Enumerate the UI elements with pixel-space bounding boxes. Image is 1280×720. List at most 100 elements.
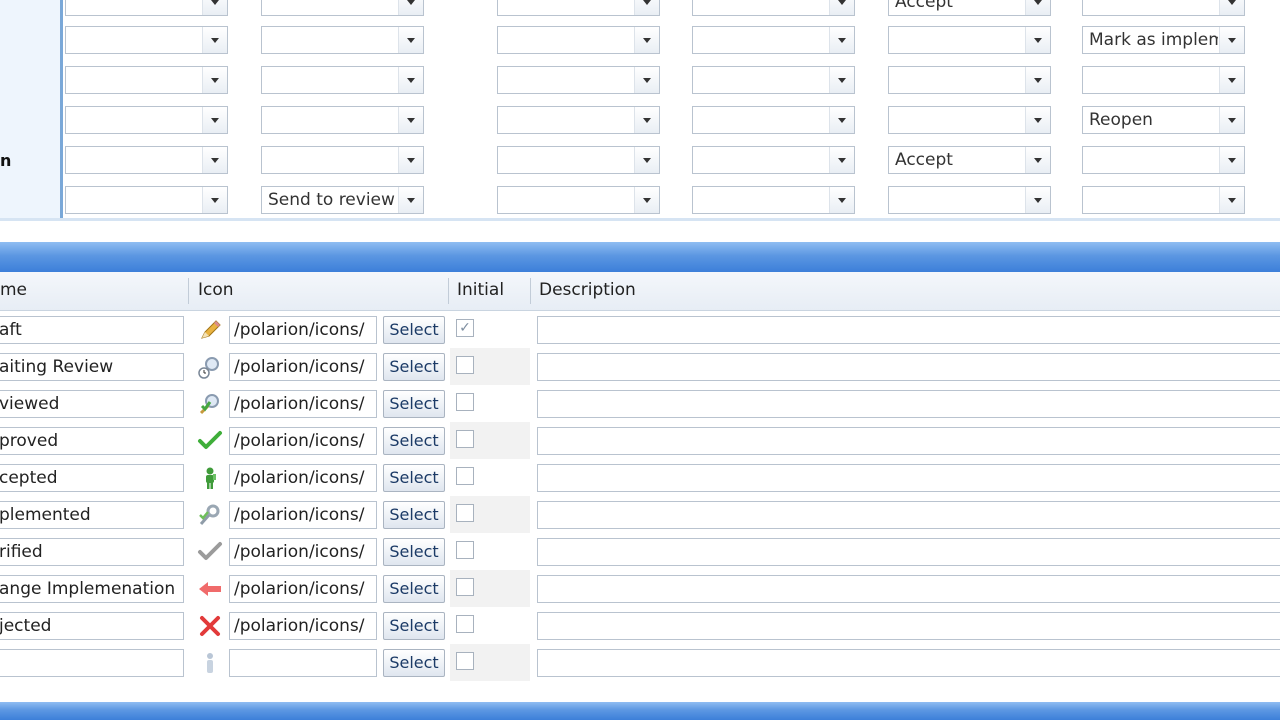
initial-checkbox[interactable] [456,356,474,374]
transition-dropdown[interactable] [497,186,660,214]
dropdown-arrow-icon[interactable] [1025,147,1050,173]
description-input[interactable] [537,649,1280,677]
state-name-input[interactable]: rified [0,538,184,566]
initial-checkbox[interactable] [456,393,474,411]
description-input[interactable] [537,612,1280,640]
dropdown-arrow-icon[interactable] [398,67,423,93]
description-input[interactable] [537,538,1280,566]
dropdown-arrow-icon[interactable] [1025,107,1050,133]
transition-dropdown[interactable] [65,26,228,54]
description-input[interactable] [537,575,1280,603]
transition-dropdown[interactable] [1082,66,1245,94]
transition-dropdown[interactable] [65,146,228,174]
transition-dropdown[interactable] [261,66,424,94]
dropdown-arrow-icon[interactable] [202,67,227,93]
transition-dropdown[interactable]: Accept [888,146,1051,174]
state-name-input[interactable]: aft [0,316,184,344]
dropdown-arrow-icon[interactable] [398,147,423,173]
icon-path-input[interactable]: /polarion/icons/ [229,538,377,566]
transition-dropdown[interactable] [261,26,424,54]
transition-dropdown[interactable] [692,186,855,214]
description-input[interactable] [537,501,1280,529]
dropdown-arrow-icon[interactable] [1219,107,1244,133]
dropdown-arrow-icon[interactable] [1219,187,1244,213]
state-name-input[interactable]: ange Implemenation [0,575,184,603]
state-name-input[interactable]: jected [0,612,184,640]
initial-checkbox[interactable] [456,615,474,633]
transition-dropdown[interactable] [1082,146,1245,174]
description-input[interactable] [537,353,1280,381]
icon-path-input[interactable] [229,649,377,677]
description-input[interactable] [537,316,1280,344]
column-header-initial[interactable]: Initial [457,280,504,300]
transition-dropdown[interactable] [261,146,424,174]
transition-dropdown[interactable] [497,26,660,54]
transition-dropdown[interactable] [261,0,424,16]
icon-path-input[interactable]: /polarion/icons/ [229,501,377,529]
transition-dropdown[interactable] [692,0,855,16]
select-icon-button[interactable]: Select [383,390,445,418]
transition-dropdown[interactable] [65,186,228,214]
dropdown-arrow-icon[interactable] [202,187,227,213]
transition-dropdown[interactable] [692,146,855,174]
icon-path-input[interactable]: /polarion/icons/ [229,353,377,381]
description-input[interactable] [537,427,1280,455]
dropdown-arrow-icon[interactable] [634,67,659,93]
select-icon-button[interactable]: Select [383,464,445,492]
select-icon-button[interactable]: Select [383,501,445,529]
initial-checkbox[interactable] [456,541,474,559]
dropdown-arrow-icon[interactable] [634,27,659,53]
transition-dropdown[interactable]: Reopen [1082,106,1245,134]
dropdown-arrow-icon[interactable] [1025,0,1050,15]
transition-dropdown[interactable] [888,26,1051,54]
transition-dropdown[interactable] [692,26,855,54]
description-input[interactable] [537,464,1280,492]
transition-dropdown[interactable] [497,0,660,16]
initial-checkbox[interactable] [456,430,474,448]
dropdown-arrow-icon[interactable] [829,0,854,15]
select-icon-button[interactable]: Select [383,538,445,566]
transition-dropdown[interactable] [1082,0,1245,16]
dropdown-arrow-icon[interactable] [398,0,423,15]
column-header-name[interactable]: me [0,280,27,300]
column-separator[interactable] [530,278,531,304]
transition-dropdown[interactable] [65,66,228,94]
icon-path-input[interactable]: /polarion/icons/ [229,464,377,492]
dropdown-arrow-icon[interactable] [202,147,227,173]
dropdown-arrow-icon[interactable] [1219,27,1244,53]
state-name-input[interactable]: proved [0,427,184,455]
transition-dropdown[interactable] [497,106,660,134]
column-separator[interactable] [188,278,189,304]
transition-dropdown[interactable] [497,66,660,94]
dropdown-arrow-icon[interactable] [1025,27,1050,53]
transition-dropdown[interactable] [888,186,1051,214]
initial-checkbox[interactable] [456,578,474,596]
dropdown-arrow-icon[interactable] [398,107,423,133]
dropdown-arrow-icon[interactable] [1025,67,1050,93]
dropdown-arrow-icon[interactable] [634,147,659,173]
transition-dropdown[interactable] [261,106,424,134]
transition-dropdown[interactable] [65,106,228,134]
dropdown-arrow-icon[interactable] [1025,187,1050,213]
dropdown-arrow-icon[interactable] [202,107,227,133]
icon-path-input[interactable]: /polarion/icons/ [229,427,377,455]
column-header-icon[interactable]: Icon [198,280,234,300]
dropdown-arrow-icon[interactable] [829,187,854,213]
state-name-input[interactable]: aiting Review [0,353,184,381]
dropdown-arrow-icon[interactable] [1219,67,1244,93]
icon-path-input[interactable]: /polarion/icons/ [229,612,377,640]
transition-dropdown[interactable] [692,106,855,134]
initial-checkbox[interactable] [456,504,474,522]
dropdown-arrow-icon[interactable] [634,107,659,133]
transition-dropdown[interactable]: Accept [888,0,1051,16]
dropdown-arrow-icon[interactable] [1219,0,1244,15]
dropdown-arrow-icon[interactable] [398,27,423,53]
dropdown-arrow-icon[interactable] [202,0,227,15]
initial-checkbox[interactable] [456,467,474,485]
dropdown-arrow-icon[interactable] [829,147,854,173]
dropdown-arrow-icon[interactable] [829,107,854,133]
state-name-input[interactable]: plemented [0,501,184,529]
select-icon-button[interactable]: Select [383,575,445,603]
select-icon-button[interactable]: Select [383,649,445,677]
icon-path-input[interactable]: /polarion/icons/ [229,575,377,603]
